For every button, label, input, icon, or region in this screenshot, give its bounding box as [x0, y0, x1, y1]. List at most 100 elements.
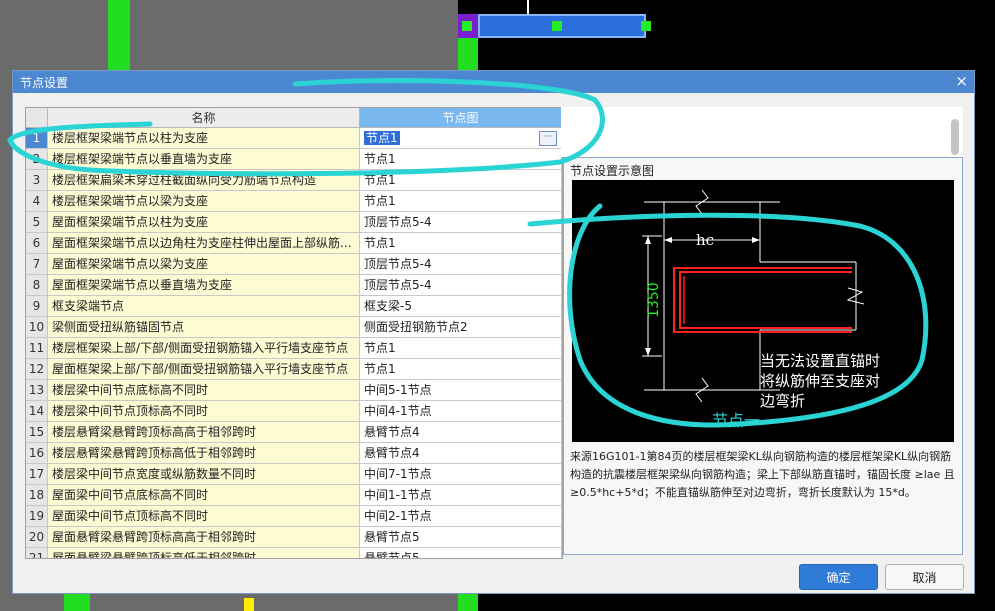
row-index[interactable]: 17: [26, 464, 48, 485]
row-node-cell[interactable]: 侧面受扭钢筋节点2: [360, 317, 562, 338]
row-node-cell[interactable]: 悬臂节点4: [360, 443, 562, 464]
row-node-cell[interactable]: 节点1: [360, 191, 562, 212]
table-row[interactable]: 4 楼层框架梁端节点以梁为支座 节点1: [26, 191, 562, 212]
grip-point[interactable]: [462, 21, 472, 31]
table-row[interactable]: 6 屋面框架梁端节点以边角柱为支座柱伸出屋面上部纵筋... 节点1: [26, 233, 562, 254]
row-node-value[interactable]: 侧面受扭钢筋节点2: [364, 320, 468, 334]
table-row[interactable]: 2 楼层框架梁端节点以垂直墙为支座 节点1: [26, 149, 562, 170]
row-index[interactable]: 16: [26, 443, 48, 464]
table-row[interactable]: 11 楼层框架梁上部/下部/侧面受扭钢筋锚入平行墙支座节点 节点1: [26, 338, 562, 359]
row-node-cell[interactable]: 中间4-1节点: [360, 401, 562, 422]
row-index[interactable]: 1: [26, 128, 48, 149]
panel-title: 节点设置示意图: [570, 164, 655, 178]
row-node-value[interactable]: 悬臂节点4: [364, 446, 420, 460]
row-node-cell[interactable]: 顶层节点5-4: [360, 212, 562, 233]
row-index[interactable]: 8: [26, 275, 48, 296]
row-node-value[interactable]: 顶层节点5-4: [364, 215, 432, 229]
row-index[interactable]: 9: [26, 296, 48, 317]
cancel-button[interactable]: 取消: [885, 564, 964, 590]
row-index[interactable]: 11: [26, 338, 48, 359]
table-row[interactable]: 16 楼层悬臂梁悬臂跨顶标高低于相邻跨时 悬臂节点4: [26, 443, 562, 464]
row-node-value[interactable]: 中间5-1节点: [364, 383, 432, 397]
row-index[interactable]: 7: [26, 254, 48, 275]
row-node-cell[interactable]: 节点1: [360, 149, 562, 170]
table-row[interactable]: 3 楼层框架扁梁末穿过柱截面纵向受力筋端节点构造 节点1: [26, 170, 562, 191]
table-row[interactable]: 17 楼层梁中间节点宽度或纵筋数量不同时 中间7-1节点: [26, 464, 562, 485]
column-green: [458, 38, 478, 70]
table-row[interactable]: 1 楼层框架梁端节点以柱为支座 节点1 ···: [26, 128, 562, 149]
row-node-value[interactable]: 节点1: [364, 236, 396, 250]
row-node-value[interactable]: 中间2-1节点: [364, 509, 432, 523]
row-node-value[interactable]: 节点1: [364, 173, 396, 187]
table-row[interactable]: 8 屋面框架梁端节点以垂直墙为支座 顶层节点5-4: [26, 275, 562, 296]
table-row[interactable]: 7 屋面框架梁端节点以梁为支座 顶层节点5-4: [26, 254, 562, 275]
row-index[interactable]: 20: [26, 527, 48, 548]
row-node-value[interactable]: 节点1: [364, 194, 396, 208]
close-icon[interactable]: ×: [955, 72, 968, 90]
row-node-value[interactable]: 悬臂节点5: [364, 530, 420, 544]
row-index[interactable]: 14: [26, 401, 48, 422]
row-node-cell[interactable]: 悬臂节点5: [360, 527, 562, 548]
table-row[interactable]: 9 框支梁端节点 框支梁-5: [26, 296, 562, 317]
row-node-value[interactable]: 悬臂节点5: [364, 551, 420, 558]
row-node-cell[interactable]: 悬臂节点5: [360, 548, 562, 558]
table-row[interactable]: 15 楼层悬臂梁悬臂跨顶标高高于相邻跨时 悬臂节点4: [26, 422, 562, 443]
ellipsis-button[interactable]: ···: [539, 131, 557, 146]
row-index[interactable]: 10: [26, 317, 48, 338]
table-row[interactable]: 12 屋面框架梁上部/下部/侧面受扭钢筋锚入平行墙支座节点 节点1: [26, 359, 562, 380]
row-node-value[interactable]: 节点1: [364, 362, 396, 376]
row-index[interactable]: 18: [26, 485, 48, 506]
table-row[interactable]: 21 屋面悬臂梁悬臂跨顶标高低于相邻跨时 悬臂节点5: [26, 548, 562, 558]
row-node-value[interactable]: 节点1: [364, 341, 396, 355]
row-index[interactable]: 3: [26, 170, 48, 191]
row-node-value[interactable]: 中间7-1节点: [364, 467, 432, 481]
row-node-value[interactable]: 悬臂节点4: [364, 425, 420, 439]
row-node-value[interactable]: 节点1: [364, 152, 396, 166]
row-node-value[interactable]: 中间4-1节点: [364, 404, 432, 418]
table-row[interactable]: 14 楼层梁中间节点顶标高不同时 中间4-1节点: [26, 401, 562, 422]
table-row[interactable]: 19 屋面梁中间节点顶标高不同时 中间2-1节点: [26, 506, 562, 527]
table-row[interactable]: 13 楼层梁中间节点底标高不同时 中间5-1节点: [26, 380, 562, 401]
table-row[interactable]: 18 屋面梁中间节点底标高不同时 中间1-1节点: [26, 485, 562, 506]
table-row[interactable]: 10 梁侧面受扭纵筋锚固节点 侧面受扭钢筋节点2: [26, 317, 562, 338]
row-index[interactable]: 6: [26, 233, 48, 254]
row-node-cell[interactable]: 节点1: [360, 170, 562, 191]
row-node-value[interactable]: 顶层节点5-4: [364, 257, 432, 271]
row-node-cell[interactable]: 节点1: [360, 233, 562, 254]
header-name[interactable]: 名称: [48, 108, 360, 128]
dim-hc-label: hc: [696, 231, 714, 249]
row-node-value[interactable]: 顶层节点5-4: [364, 278, 432, 292]
row-index[interactable]: 5: [26, 212, 48, 233]
beam-selected[interactable]: [478, 14, 646, 38]
row-index[interactable]: 19: [26, 506, 48, 527]
row-node-cell[interactable]: 中间2-1节点: [360, 506, 562, 527]
row-node-cell[interactable]: 悬臂节点4: [360, 422, 562, 443]
grip-point[interactable]: [641, 21, 651, 31]
row-index[interactable]: 21: [26, 548, 48, 558]
row-node-cell[interactable]: 顶层节点5-4: [360, 275, 562, 296]
grip-point[interactable]: [552, 21, 562, 31]
row-node-cell[interactable]: 中间1-1节点: [360, 485, 562, 506]
row-node-cell[interactable]: 节点1 ···: [360, 128, 562, 149]
row-node-value[interactable]: 中间1-1节点: [364, 488, 432, 502]
row-index[interactable]: 4: [26, 191, 48, 212]
scrollbar[interactable]: [951, 119, 959, 155]
row-node-cell[interactable]: 框支梁-5: [360, 296, 562, 317]
ok-button[interactable]: 确定: [799, 564, 878, 590]
row-node-cell[interactable]: 节点1: [360, 338, 562, 359]
table-row[interactable]: 20 屋面悬臂梁悬臂跨顶标高高于相邻跨时 悬臂节点5: [26, 527, 562, 548]
diagram-svg: hc 1350 当无法设置直锚时 将纵筋伸至支座对 边弯折 节点一: [642, 189, 880, 430]
row-index[interactable]: 15: [26, 422, 48, 443]
row-node-cell[interactable]: 顶层节点5-4: [360, 254, 562, 275]
row-node-cell[interactable]: 节点1: [360, 359, 562, 380]
row-node-cell[interactable]: 中间7-1节点: [360, 464, 562, 485]
table-row[interactable]: 5 屋面框架梁端节点以柱为支座 顶层节点5-4: [26, 212, 562, 233]
row-node-value[interactable]: 节点1: [364, 131, 400, 145]
dialog-titlebar[interactable]: 节点设置 ×: [13, 71, 974, 93]
row-index[interactable]: 12: [26, 359, 48, 380]
row-index[interactable]: 2: [26, 149, 48, 170]
row-index[interactable]: 13: [26, 380, 48, 401]
header-node[interactable]: 节点图: [360, 108, 562, 128]
row-node-value[interactable]: 框支梁-5: [364, 299, 412, 313]
row-node-cell[interactable]: 中间5-1节点: [360, 380, 562, 401]
